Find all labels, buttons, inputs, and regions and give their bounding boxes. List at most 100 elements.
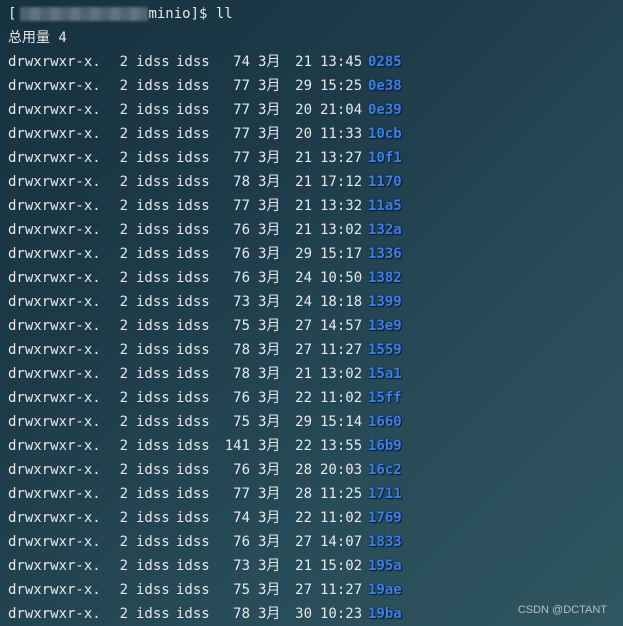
directory-name: 19ae — [368, 582, 402, 598]
size: 76 — [233, 462, 250, 478]
time: 13:32 — [320, 198, 363, 214]
time: 11:02 — [320, 390, 363, 406]
size: 73 — [233, 294, 250, 310]
month: 3月 — [258, 558, 281, 574]
group: idss — [176, 414, 210, 430]
month: 3月 — [258, 534, 281, 550]
size: 78 — [233, 606, 250, 622]
permissions: drwxrwxr-x. — [8, 438, 101, 454]
group: idss — [176, 270, 210, 286]
month: 3月 — [258, 126, 281, 142]
group: idss — [176, 606, 210, 622]
size: 75 — [233, 414, 250, 430]
time: 13:02 — [320, 366, 363, 382]
day: 21 — [295, 174, 312, 190]
prompt-bracket: [ — [8, 6, 17, 22]
size: 77 — [233, 126, 250, 142]
directory-name: 1399 — [368, 294, 402, 310]
directory-name: 11a5 — [368, 198, 402, 214]
size: 78 — [233, 366, 250, 382]
directory-name: 0e39 — [368, 102, 402, 118]
directory-name: 15ff — [368, 390, 402, 406]
owner: idss — [136, 558, 170, 574]
owner: idss — [136, 198, 170, 214]
day: 27 — [295, 582, 312, 598]
size: 141 — [224, 438, 250, 454]
group: idss — [176, 582, 210, 598]
permissions: drwxrwxr-x. — [8, 126, 101, 142]
month: 3月 — [258, 246, 281, 262]
group: idss — [176, 198, 210, 214]
permissions: drwxrwxr-x. — [8, 294, 101, 310]
group: idss — [176, 126, 210, 142]
directory-name: 1170 — [368, 174, 402, 190]
total-line: 总用量 4 — [8, 30, 67, 46]
day: 22 — [295, 510, 312, 526]
permissions: drwxrwxr-x. — [8, 318, 101, 334]
owner: idss — [136, 462, 170, 478]
directory-name: 1660 — [368, 414, 402, 430]
month: 3月 — [258, 390, 281, 406]
permissions: drwxrwxr-x. — [8, 366, 101, 382]
directory-name: 0e38 — [368, 78, 402, 94]
day: 29 — [295, 414, 312, 430]
month: 3月 — [258, 510, 281, 526]
link-count: 2 — [119, 150, 128, 166]
listing-row: drwxrwxr-x. 2 idss idss 77 3月 20 21:04 0e39 — [8, 98, 623, 122]
owner: idss — [136, 150, 170, 166]
owner: idss — [136, 270, 170, 286]
permissions: drwxrwxr-x. — [8, 54, 101, 70]
group: idss — [176, 246, 210, 262]
owner: idss — [136, 126, 170, 142]
size: 77 — [233, 486, 250, 502]
group: idss — [176, 318, 210, 334]
terminal-window[interactable]: [minio]$ ll 总用量 4 drwxrwxr-x. 2 idss idss 74… — [0, 0, 623, 626]
owner: idss — [136, 510, 170, 526]
month: 3月 — [258, 462, 281, 478]
link-count: 2 — [119, 438, 128, 454]
month: 3月 — [258, 294, 281, 310]
listing-row: drwxrwxr-x. 2 idss idss 77 3月 29 15:25 0e38 — [8, 74, 623, 98]
group: idss — [176, 78, 210, 94]
group: idss — [176, 54, 210, 70]
month: 3月 — [258, 174, 281, 190]
prompt-line: [minio]$ ll — [8, 2, 623, 26]
group: idss — [176, 102, 210, 118]
time: 20:03 — [320, 462, 363, 478]
group: idss — [176, 558, 210, 574]
time: 13:45 — [320, 54, 363, 70]
listing-row: drwxrwxr-x. 2 idss idss 76 3月 22 11:02 15ff — [8, 386, 623, 410]
redacted-hostname — [20, 7, 149, 21]
directory-name: 1559 — [368, 342, 402, 358]
time: 18:18 — [320, 294, 363, 310]
day: 20 — [295, 102, 312, 118]
day: 21 — [295, 198, 312, 214]
listing-row: drwxrwxr-x. 2 idss idss 73 3月 24 18:18 1399 — [8, 290, 623, 314]
time: 14:07 — [320, 534, 363, 550]
group: idss — [176, 438, 210, 454]
link-count: 2 — [119, 78, 128, 94]
link-count: 2 — [119, 270, 128, 286]
listing-row: drwxrwxr-x. 2 idss idss 74 3月 22 11:02 1769 — [8, 506, 623, 530]
permissions: drwxrwxr-x. — [8, 582, 101, 598]
permissions: drwxrwxr-x. — [8, 414, 101, 430]
directory-name: 1336 — [368, 246, 402, 262]
time: 21:04 — [320, 102, 363, 118]
time: 11:02 — [320, 510, 363, 526]
day: 21 — [295, 558, 312, 574]
time: 13:02 — [320, 222, 363, 238]
day: 30 — [295, 606, 312, 622]
owner: idss — [136, 534, 170, 550]
permissions: drwxrwxr-x. — [8, 534, 101, 550]
link-count: 2 — [119, 126, 128, 142]
month: 3月 — [258, 222, 281, 238]
owner: idss — [136, 222, 170, 238]
link-count: 2 — [119, 198, 128, 214]
listing-row: drwxrwxr-x. 2 idss idss 77 3月 21 13:27 10f1 — [8, 146, 623, 170]
link-count: 2 — [119, 486, 128, 502]
listing-row: drwxrwxr-x. 2 idss idss 75 3月 27 14:57 13e9 — [8, 314, 623, 338]
listing-row: drwxrwxr-x. 2 idss idss 76 3月 21 13:02 132a — [8, 218, 623, 242]
day: 21 — [295, 150, 312, 166]
day: 28 — [295, 462, 312, 478]
listing-row: drwxrwxr-x. 2 idss idss 78 3月 21 13:02 15a1 — [8, 362, 623, 386]
